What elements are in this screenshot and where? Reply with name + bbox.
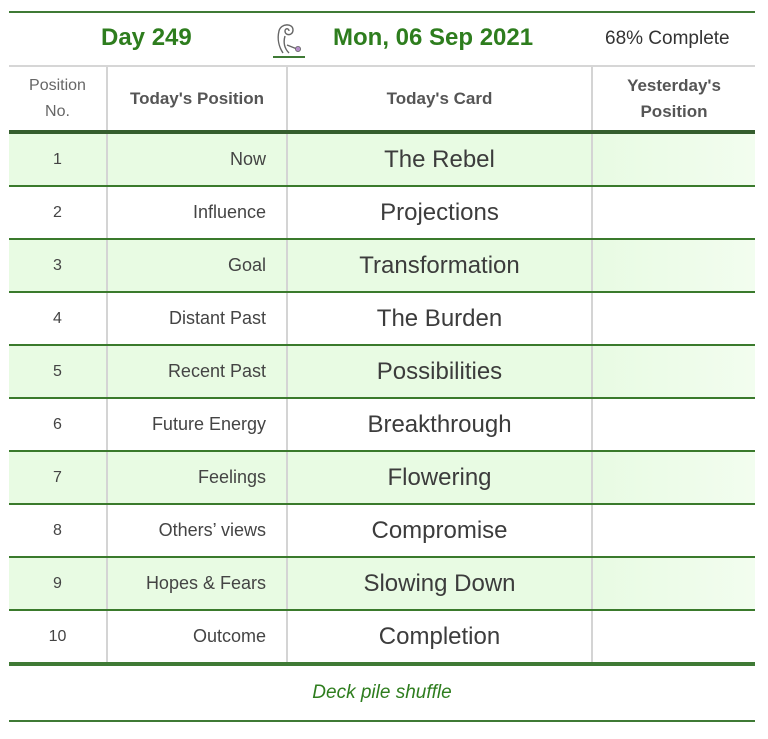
column-header-todays-card: Today's Card [287, 67, 593, 134]
footer-bar: Deck pile shuffle [9, 666, 755, 722]
reading-date: Mon, 06 Sep 2021 [333, 24, 534, 51]
yesterdays-position-cell [592, 398, 755, 452]
todays-position-cell: Future Energy [107, 398, 288, 452]
header-line: Position [640, 101, 708, 121]
todays-card-cell: Breakthrough [287, 398, 593, 452]
table-header-row: Position No. Today's Position Today's Ca… [9, 67, 755, 134]
position-number-cell: 3 [9, 239, 108, 293]
column-header-todays-position: Today's Position [107, 67, 288, 134]
position-number-cell: 2 [9, 186, 108, 240]
todays-position-cell: Feelings [107, 451, 288, 505]
table-row[interactable]: 9 Hopes & Fears Slowing Down [9, 557, 755, 611]
position-number-cell: 6 [9, 398, 108, 452]
table-row[interactable]: 10 Outcome Completion [9, 610, 755, 666]
table-row[interactable]: 8 Others’ views Compromise [9, 504, 755, 558]
header-line: No. [45, 102, 70, 120]
day-number: Day 249 [101, 24, 192, 51]
todays-card-cell: Completion [287, 610, 593, 666]
todays-position-cell: Outcome [107, 610, 288, 666]
todays-card-cell: Compromise [287, 504, 593, 558]
header-line: Yesterday's [627, 75, 721, 95]
yesterdays-position-cell [592, 504, 755, 558]
position-number-cell: 10 [9, 610, 108, 666]
yesterdays-position-cell [592, 557, 755, 611]
table-row[interactable]: 1 Now The Rebel [9, 132, 755, 187]
table-row[interactable]: 7 Feelings Flowering [9, 451, 755, 505]
table-row[interactable]: 3 Goal Transformation [9, 239, 755, 293]
column-header-position-no: Position No. [9, 67, 108, 134]
table-row[interactable]: 6 Future Energy Breakthrough [9, 398, 755, 452]
daily-reading-panel: Day 249 Mon, 06 Sep 2021 68% Complete Po… [9, 11, 755, 722]
yesterdays-position-cell [592, 132, 755, 187]
todays-card-cell: The Burden [287, 292, 593, 346]
table-row[interactable]: 2 Influence Projections [9, 186, 755, 240]
todays-position-cell: Distant Past [107, 292, 288, 346]
todays-card-cell: Flowering [287, 451, 593, 505]
yesterdays-position-cell [592, 186, 755, 240]
position-number-cell: 7 [9, 451, 108, 505]
progress-status: 68% Complete [605, 28, 730, 49]
todays-position-cell: Recent Past [107, 345, 288, 399]
todays-position-cell: Others’ views [107, 504, 288, 558]
position-number-cell: 8 [9, 504, 108, 558]
position-number-cell: 9 [9, 557, 108, 611]
table-row[interactable]: 4 Distant Past The Burden [9, 292, 755, 346]
yoga-figure-logo-icon [273, 24, 305, 58]
todays-card-cell: The Rebel [287, 132, 593, 187]
yesterdays-position-cell [592, 451, 755, 505]
header-line: Position [29, 76, 86, 94]
yesterdays-position-cell [592, 345, 755, 399]
reading-table: Position No. Today's Position Today's Ca… [9, 67, 755, 666]
position-number-cell: 1 [9, 132, 108, 187]
position-number-cell: 4 [9, 292, 108, 346]
todays-position-cell: Now [107, 132, 288, 187]
todays-position-cell: Goal [107, 239, 288, 293]
column-header-yesterdays-position: Yesterday's Position [592, 67, 755, 134]
todays-card-cell: Possibilities [287, 345, 593, 399]
todays-card-cell: Slowing Down [287, 557, 593, 611]
deck-pile-shuffle-link[interactable]: Deck pile shuffle [312, 682, 451, 704]
yesterdays-position-cell [592, 239, 755, 293]
header-bar: Day 249 Mon, 06 Sep 2021 68% Complete [9, 13, 755, 67]
position-number-cell: 5 [9, 345, 108, 399]
yesterdays-position-cell [592, 610, 755, 666]
todays-card-cell: Transformation [287, 239, 593, 293]
yesterdays-position-cell [592, 292, 755, 346]
table-row[interactable]: 5 Recent Past Possibilities [9, 345, 755, 399]
todays-card-cell: Projections [287, 186, 593, 240]
todays-position-cell: Hopes & Fears [107, 557, 288, 611]
todays-position-cell: Influence [107, 186, 288, 240]
